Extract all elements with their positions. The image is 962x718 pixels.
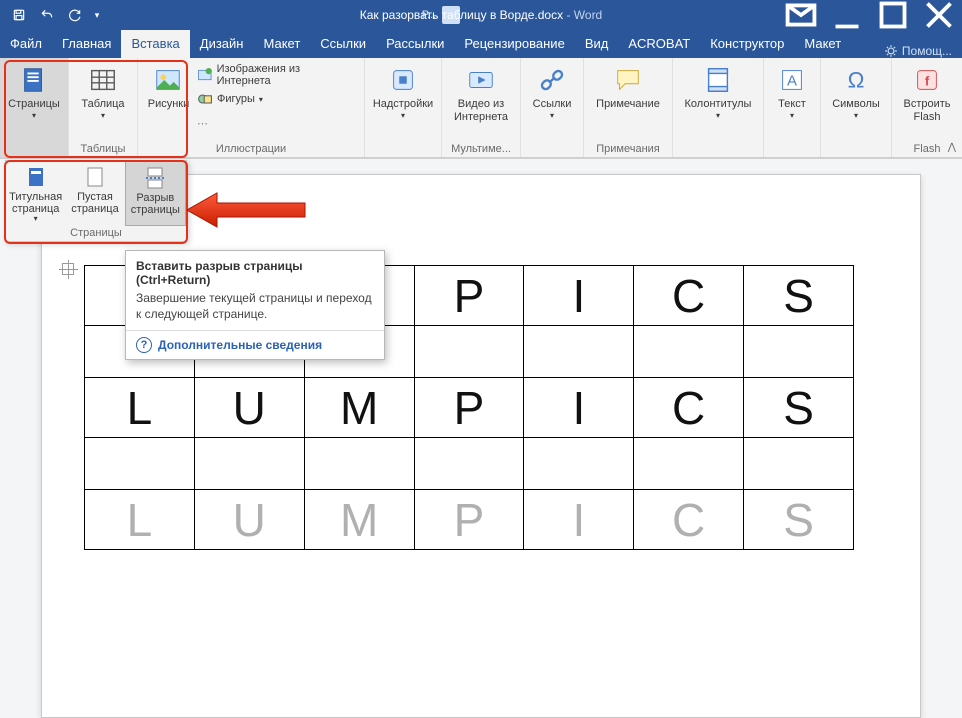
tooltip-title: Вставить разрыв страницы (Ctrl+Return) (126, 251, 384, 291)
text-icon: A (776, 64, 808, 96)
table-row: LUMPICS (85, 378, 854, 438)
tooltip: Вставить разрыв страницы (Ctrl+Return) З… (125, 250, 385, 360)
table-button[interactable]: Таблица▾ (75, 62, 131, 140)
tab-review[interactable]: Рецензирование (454, 30, 574, 58)
table-row: LUMPICS (85, 490, 854, 550)
tab-insert[interactable]: Вставка (121, 30, 189, 58)
tab-references[interactable]: Ссылки (310, 30, 376, 58)
svg-text:Ω: Ω (848, 68, 865, 93)
blank-page-button[interactable]: Пустая страница (65, 161, 124, 226)
online-video-button[interactable]: Видео из Интернета (448, 62, 514, 140)
pages-group-label: Страницы (6, 226, 186, 241)
text-button[interactable]: A Текст▾ (770, 62, 814, 140)
app-name: Word (574, 8, 602, 22)
cover-page-icon (24, 165, 48, 189)
svg-text:A: A (787, 73, 797, 90)
blank-page-icon (83, 165, 107, 189)
headerfooter-button[interactable]: Колонтитулы▾ (679, 62, 757, 140)
collapse-ribbon-icon[interactable]: ⋀ (948, 142, 956, 153)
flash-button[interactable]: f Встроить Flash (898, 62, 956, 140)
pictures-button[interactable]: Рисунки (144, 62, 193, 140)
flash-icon: f (911, 64, 943, 96)
symbols-button[interactable]: Ω Символы▾ (827, 62, 885, 140)
group-multimedia-label: Мультиме... (442, 143, 520, 155)
ribbon: Страницы▾ Таблица▾ Таблицы Рисунки Изобр… (0, 58, 962, 158)
user-badge[interactable]: Р... (412, 6, 470, 24)
svg-text:f: f (925, 74, 930, 89)
pictures-icon (152, 64, 184, 96)
quick-access-toolbar: ▾ (0, 2, 104, 28)
tab-design[interactable]: Дизайн (190, 30, 254, 58)
qat-customize-icon[interactable]: ▾ (90, 2, 104, 28)
ribbon-options-icon[interactable] (778, 0, 824, 30)
addins-button[interactable]: Надстройки▾ (371, 62, 435, 140)
symbols-icon: Ω (840, 64, 872, 96)
titlebar: ▾ Как разорвать таблицу в Ворде.docx - W… (0, 0, 962, 30)
comment-button[interactable]: Примечание (590, 62, 666, 140)
pages-button[interactable]: Страницы▾ (6, 62, 62, 140)
comment-icon (612, 64, 644, 96)
minimize-icon[interactable] (824, 0, 870, 30)
tooltip-body: Завершение текущей страницы и переход к … (126, 291, 384, 330)
redo-icon[interactable] (62, 2, 88, 28)
more-illustrations-button[interactable]: ⋯ (193, 112, 358, 134)
group-illustrations-label: Иллюстрации (138, 143, 364, 155)
video-icon (465, 64, 497, 96)
shapes-button[interactable]: Фигуры ▾ (193, 88, 358, 110)
tab-view[interactable]: Вид (575, 30, 619, 58)
tab-acrobat[interactable]: ACROBAT (618, 30, 700, 58)
window-controls (778, 0, 962, 30)
table-icon (87, 64, 119, 96)
tab-layout[interactable]: Макет (253, 30, 310, 58)
maximize-icon[interactable] (870, 0, 916, 30)
tab-home[interactable]: Главная (52, 30, 121, 58)
tooltip-more-link[interactable]: ? Дополнительные сведения (126, 331, 384, 359)
pages-dropdown: Титульная страница▾ Пустая страница Разр… (5, 160, 187, 242)
tab-file[interactable]: Файл (0, 30, 52, 58)
group-comments-label: Примечания (584, 143, 672, 155)
addins-icon (387, 64, 419, 96)
save-icon[interactable] (6, 2, 32, 28)
pages-icon (18, 64, 50, 96)
page-break-button[interactable]: Разрыв страницы (125, 161, 186, 226)
tell-me[interactable]: Помощ... (874, 44, 962, 58)
links-icon (536, 64, 568, 96)
online-pictures-button[interactable]: Изображения из Интернета (193, 64, 358, 86)
table-anchor-icon[interactable] (62, 263, 74, 275)
links-button[interactable]: Ссылки▾ (527, 62, 577, 140)
avatar-icon (442, 6, 460, 24)
table-row (85, 438, 854, 490)
undo-icon[interactable] (34, 2, 60, 28)
document-area: LPICS LUMPICS LUMPICS (0, 158, 962, 718)
tab-mailings[interactable]: Рассылки (376, 30, 454, 58)
group-tables-label: Таблицы (69, 143, 137, 155)
help-icon: ? (136, 337, 152, 353)
headerfooter-icon (702, 64, 734, 96)
close-icon[interactable] (916, 0, 962, 30)
page-break-icon (143, 166, 167, 190)
cover-page-button[interactable]: Титульная страница▾ (6, 161, 65, 226)
